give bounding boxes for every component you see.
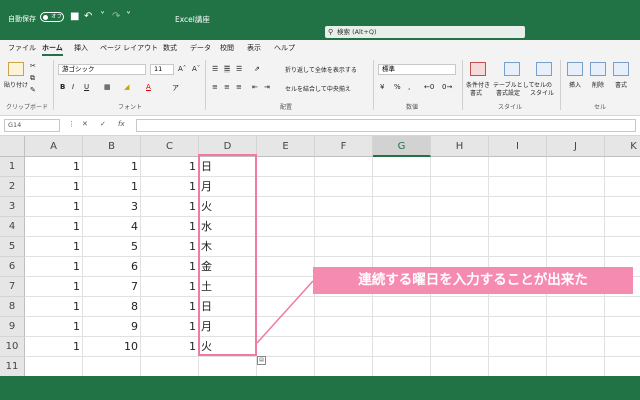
status-bar (0, 376, 640, 400)
callout-connector (256, 280, 314, 344)
callout-annotation: 連続する曜日を入力することが出来た (313, 267, 633, 294)
autofill-options-icon[interactable]: ▤ (257, 356, 266, 365)
excel-window: 自動保存 オフ ■ ↶ ˅ ↷ ˅ Excel講座 ⚲ 検索 (Alt+Q) フ… (0, 0, 640, 400)
